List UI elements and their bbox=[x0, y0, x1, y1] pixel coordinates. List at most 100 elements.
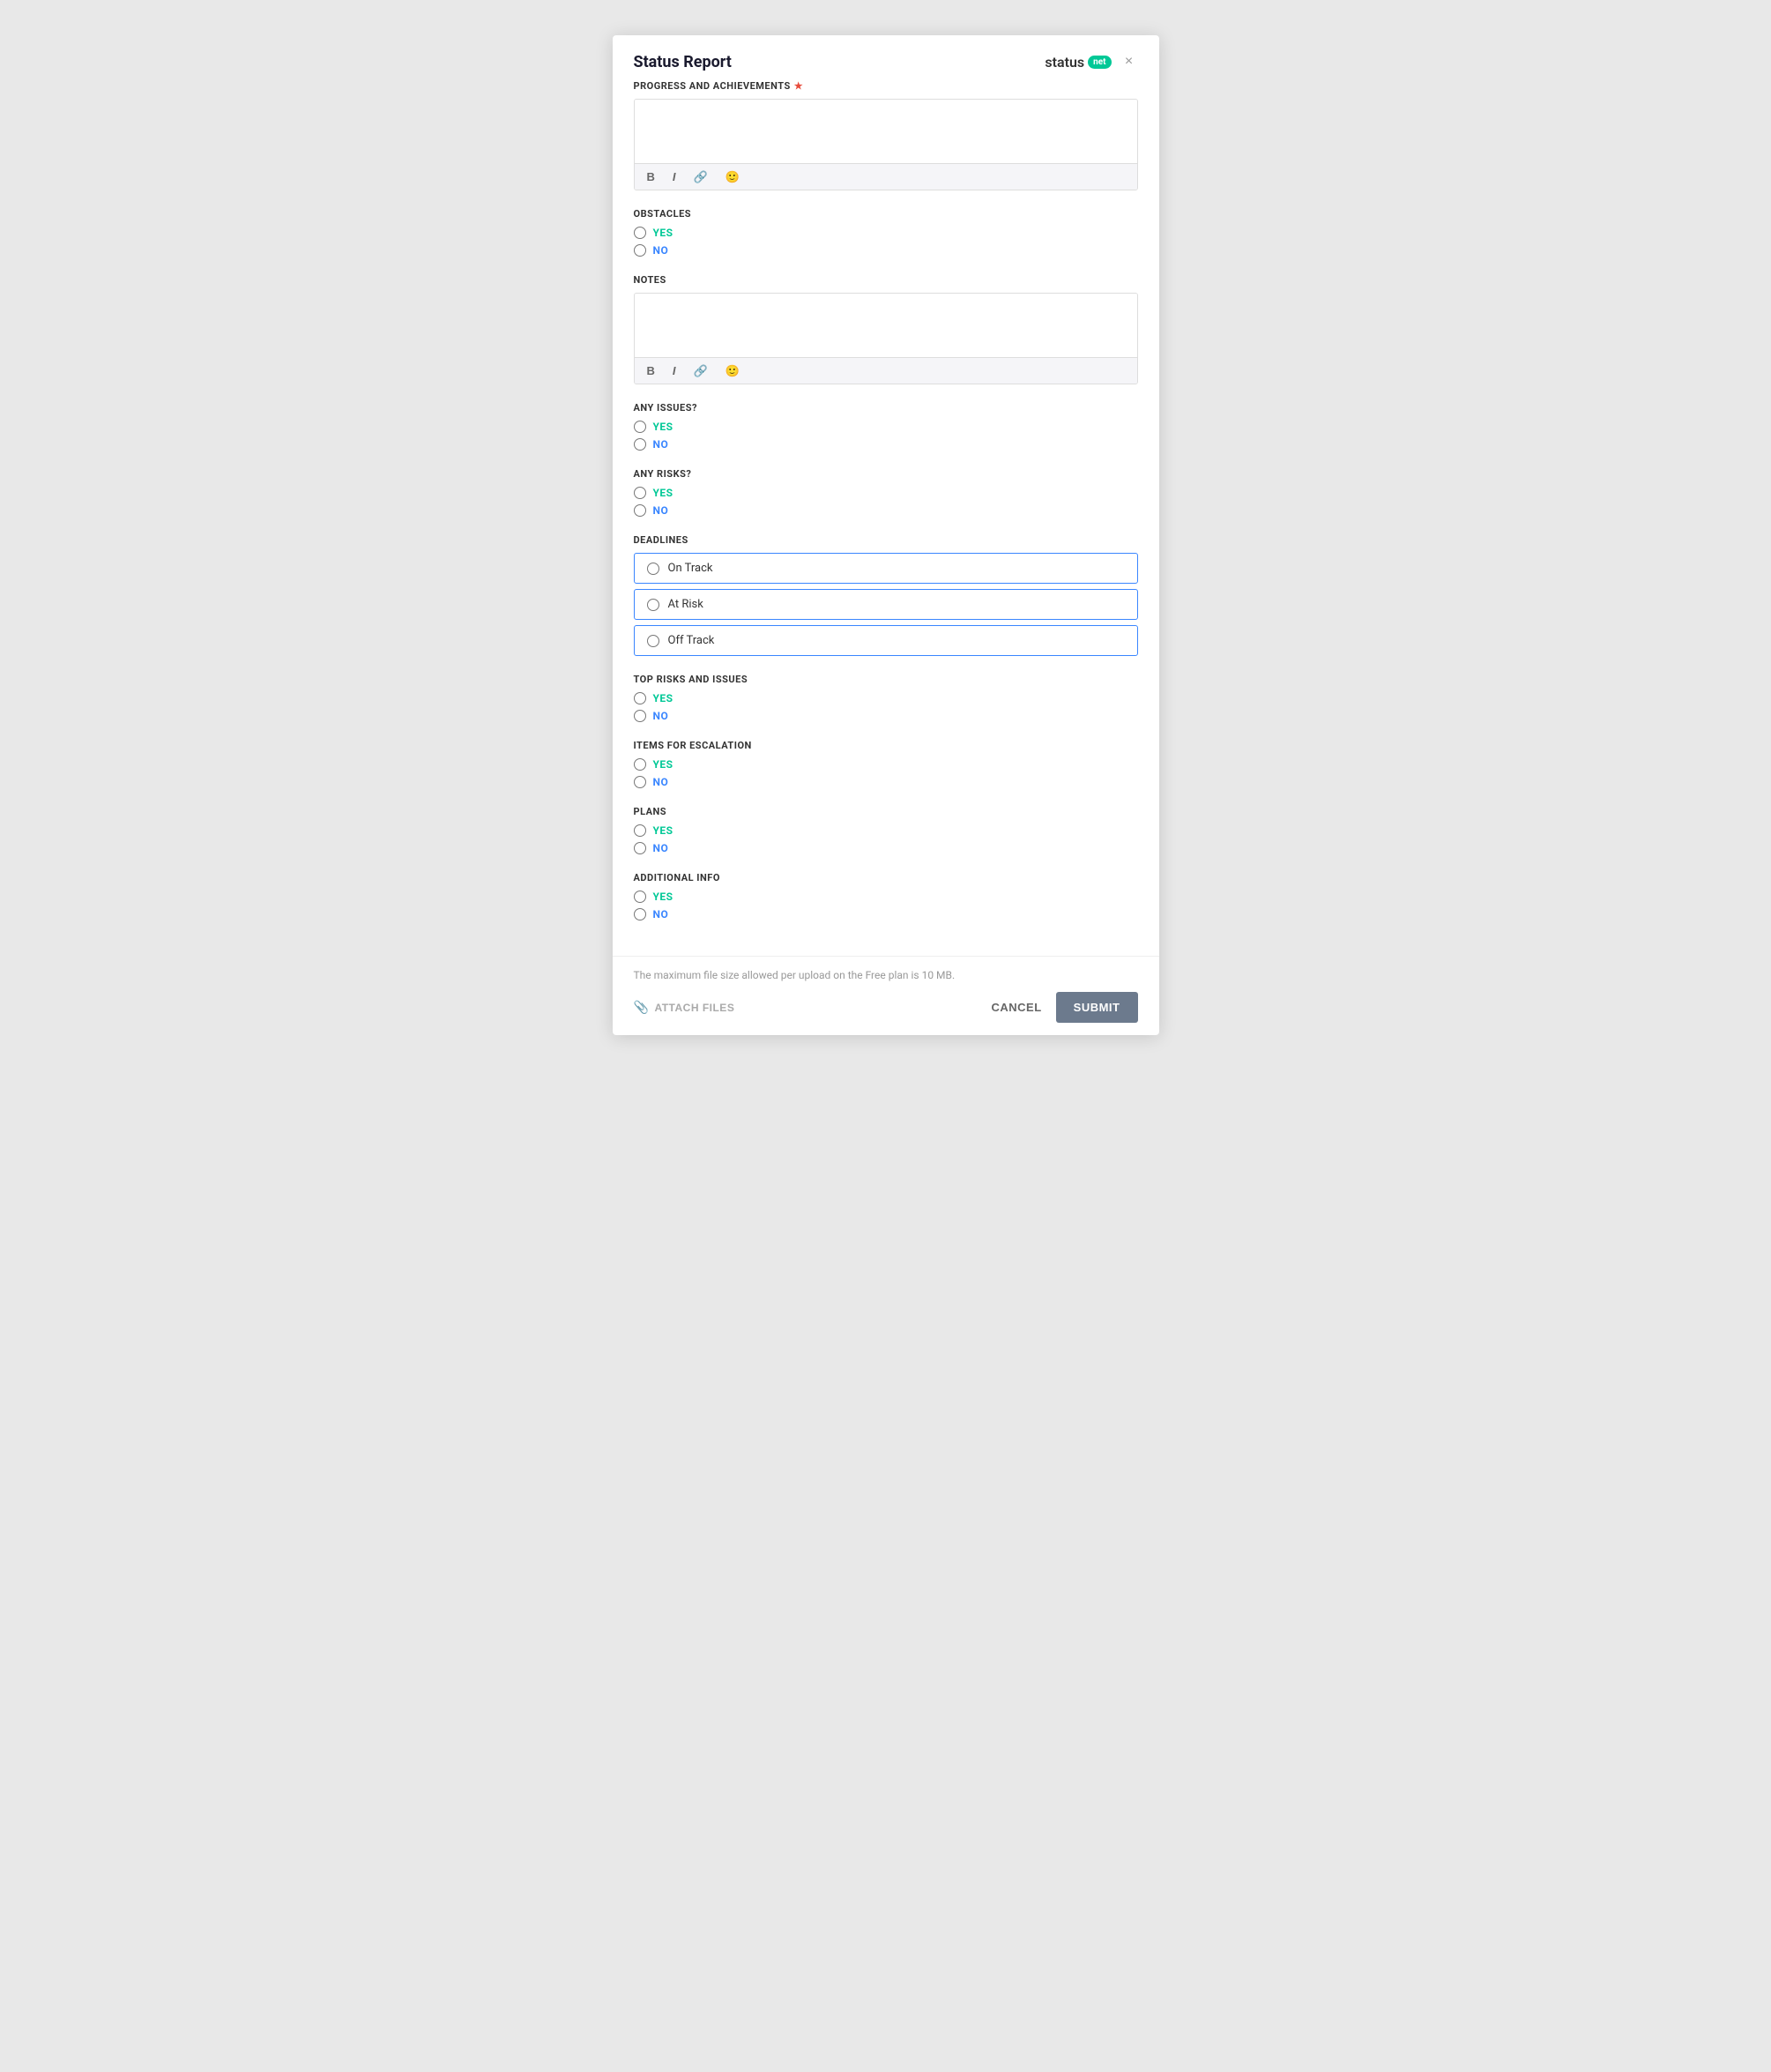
progress-emoji-btn[interactable]: 🙂 bbox=[722, 169, 743, 184]
additional-info-yes-option[interactable]: YES bbox=[634, 891, 1138, 903]
escalation-radio-group: YES NO bbox=[634, 758, 1138, 788]
top-risks-no-radio[interactable] bbox=[634, 710, 646, 722]
deadlines-section: DEADLINES On Track At Risk Off Track bbox=[634, 534, 1138, 656]
deadline-at-risk-radio[interactable] bbox=[647, 599, 659, 611]
notes-editor: B I 🔗 🙂 bbox=[634, 293, 1138, 384]
progress-editor: B I 🔗 🙂 bbox=[634, 99, 1138, 190]
any-issues-yes-radio[interactable] bbox=[634, 421, 646, 433]
obstacles-no-label: NO bbox=[653, 244, 669, 257]
progress-italic-btn[interactable]: I bbox=[669, 169, 680, 184]
plans-section: PLANS YES NO bbox=[634, 806, 1138, 854]
modal-body: PROGRESS AND ACHIEVEMENTS ★ B I 🔗 🙂 OBST… bbox=[613, 80, 1159, 956]
progress-section: PROGRESS AND ACHIEVEMENTS ★ B I 🔗 🙂 bbox=[634, 80, 1138, 190]
plans-yes-option[interactable]: YES bbox=[634, 824, 1138, 837]
attach-files-label: ATTACH FILES bbox=[654, 1002, 734, 1014]
additional-info-label: ADDITIONAL INFO bbox=[634, 872, 1138, 883]
notes-label: NOTES bbox=[634, 274, 1138, 286]
any-risks-yes-option[interactable]: YES bbox=[634, 487, 1138, 499]
cancel-button[interactable]: CANCEL bbox=[991, 1001, 1041, 1014]
any-risks-no-label: NO bbox=[653, 504, 669, 517]
top-risks-no-option[interactable]: NO bbox=[634, 710, 1138, 722]
any-risks-no-radio[interactable] bbox=[634, 504, 646, 517]
deadline-on-track-radio[interactable] bbox=[647, 563, 659, 575]
required-star: ★ bbox=[794, 80, 803, 92]
deadline-off-track-label: Off Track bbox=[668, 634, 715, 647]
obstacles-no-radio[interactable] bbox=[634, 244, 646, 257]
notes-section: NOTES B I 🔗 🙂 bbox=[634, 274, 1138, 384]
progress-input[interactable] bbox=[635, 100, 1137, 160]
any-issues-no-label: NO bbox=[653, 438, 669, 451]
top-risks-no-label: NO bbox=[653, 710, 669, 722]
additional-info-no-label: NO bbox=[653, 908, 669, 920]
notes-emoji-btn[interactable]: 🙂 bbox=[722, 363, 743, 378]
submit-button[interactable]: SUBMIT bbox=[1056, 992, 1138, 1023]
deadline-on-track-label: On Track bbox=[668, 562, 713, 575]
escalation-label: ITEMS FOR ESCALATION bbox=[634, 740, 1138, 751]
any-risks-yes-label: YES bbox=[653, 487, 673, 499]
plans-yes-radio[interactable] bbox=[634, 824, 646, 837]
additional-info-yes-radio[interactable] bbox=[634, 891, 646, 903]
file-info-text: The maximum file size allowed per upload… bbox=[634, 969, 1138, 981]
obstacles-yes-radio[interactable] bbox=[634, 227, 646, 239]
footer-actions: 📎 ATTACH FILES CANCEL SUBMIT bbox=[634, 992, 1138, 1023]
modal-title: Status Report bbox=[634, 53, 732, 71]
top-risks-yes-radio[interactable] bbox=[634, 692, 646, 704]
deadlines-label: DEADLINES bbox=[634, 534, 1138, 546]
escalation-no-option[interactable]: NO bbox=[634, 776, 1138, 788]
notes-input[interactable] bbox=[635, 294, 1137, 354]
escalation-yes-label: YES bbox=[653, 758, 673, 771]
additional-info-section: ADDITIONAL INFO YES NO bbox=[634, 872, 1138, 920]
obstacles-label: OBSTACLES bbox=[634, 208, 1138, 220]
notes-italic-btn[interactable]: I bbox=[669, 363, 680, 378]
footer-right-actions: CANCEL SUBMIT bbox=[991, 992, 1137, 1023]
modal-header: Status Report status net × bbox=[613, 35, 1159, 80]
plans-label: PLANS bbox=[634, 806, 1138, 817]
progress-label: PROGRESS AND ACHIEVEMENTS ★ bbox=[634, 80, 1138, 92]
plans-no-label: NO bbox=[653, 842, 669, 854]
any-issues-label: ANY ISSUES? bbox=[634, 402, 1138, 414]
any-issues-yes-option[interactable]: YES bbox=[634, 421, 1138, 433]
progress-link-btn[interactable]: 🔗 bbox=[690, 169, 711, 184]
top-risks-label: TOP RISKS AND ISSUES bbox=[634, 674, 1138, 685]
escalation-yes-option[interactable]: YES bbox=[634, 758, 1138, 771]
escalation-no-radio[interactable] bbox=[634, 776, 646, 788]
additional-info-radio-group: YES NO bbox=[634, 891, 1138, 920]
any-risks-yes-radio[interactable] bbox=[634, 487, 646, 499]
deadline-off-track-option[interactable]: Off Track bbox=[634, 625, 1138, 656]
obstacles-yes-label: YES bbox=[653, 227, 673, 239]
obstacles-section: OBSTACLES YES NO bbox=[634, 208, 1138, 257]
deadlines-options: On Track At Risk Off Track bbox=[634, 553, 1138, 656]
escalation-no-label: NO bbox=[653, 776, 669, 788]
any-issues-yes-label: YES bbox=[653, 421, 673, 433]
plans-no-option[interactable]: NO bbox=[634, 842, 1138, 854]
top-risks-radio-group: YES NO bbox=[634, 692, 1138, 722]
plans-no-radio[interactable] bbox=[634, 842, 646, 854]
deadline-at-risk-option[interactable]: At Risk bbox=[634, 589, 1138, 620]
deadline-on-track-option[interactable]: On Track bbox=[634, 553, 1138, 584]
any-risks-no-option[interactable]: NO bbox=[634, 504, 1138, 517]
progress-toolbar: B I 🔗 🙂 bbox=[635, 163, 1137, 190]
modal-footer: The maximum file size allowed per upload… bbox=[613, 956, 1159, 1035]
additional-info-no-option[interactable]: NO bbox=[634, 908, 1138, 920]
any-risks-label: ANY RISKS? bbox=[634, 468, 1138, 480]
additional-info-no-radio[interactable] bbox=[634, 908, 646, 920]
obstacles-no-option[interactable]: NO bbox=[634, 244, 1138, 257]
any-issues-no-radio[interactable] bbox=[634, 438, 646, 451]
progress-bold-btn[interactable]: B bbox=[644, 169, 659, 184]
deadline-off-track-radio[interactable] bbox=[647, 635, 659, 647]
close-button[interactable]: × bbox=[1120, 53, 1138, 71]
escalation-yes-radio[interactable] bbox=[634, 758, 646, 771]
top-risks-yes-label: YES bbox=[653, 692, 673, 704]
any-risks-section: ANY RISKS? YES NO bbox=[634, 468, 1138, 517]
notes-bold-btn[interactable]: B bbox=[644, 363, 659, 378]
top-risks-yes-option[interactable]: YES bbox=[634, 692, 1138, 704]
status-report-modal: Status Report status net × PROGRESS AND … bbox=[613, 35, 1159, 1035]
obstacles-yes-option[interactable]: YES bbox=[634, 227, 1138, 239]
header-right: status net × bbox=[1045, 53, 1137, 71]
any-issues-section: ANY ISSUES? YES NO bbox=[634, 402, 1138, 451]
any-issues-no-option[interactable]: NO bbox=[634, 438, 1138, 451]
attach-files-button[interactable]: 📎 ATTACH FILES bbox=[634, 1000, 735, 1015]
any-risks-radio-group: YES NO bbox=[634, 487, 1138, 517]
paperclip-icon: 📎 bbox=[634, 1000, 650, 1015]
notes-link-btn[interactable]: 🔗 bbox=[690, 363, 711, 378]
